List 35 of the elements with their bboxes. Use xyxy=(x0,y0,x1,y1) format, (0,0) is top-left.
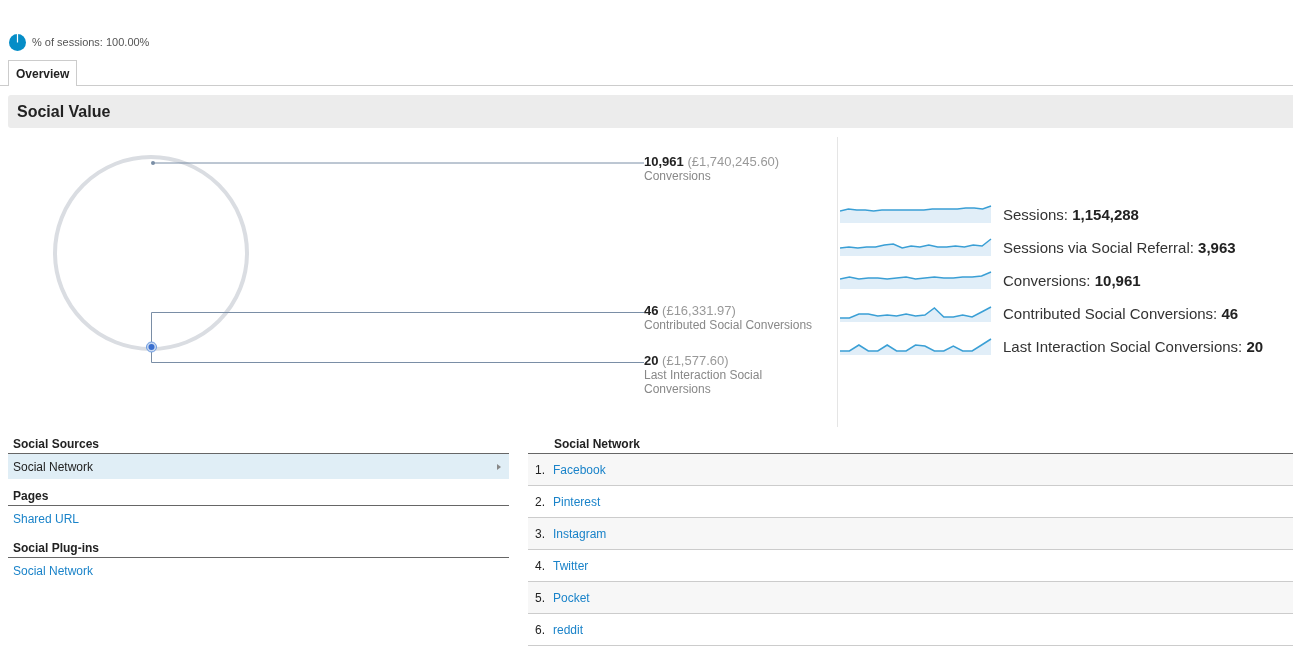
callout-label: Last Interaction Social Conversions xyxy=(644,368,764,396)
row-number: 2. xyxy=(534,494,546,509)
network-link[interactable]: Pocket xyxy=(553,590,590,605)
row-number: 6. xyxy=(534,622,546,637)
metric-label: Sessions: 1,154,288 xyxy=(1003,205,1139,223)
list-link[interactable]: Social Network xyxy=(8,558,509,583)
callout-label: Conversions xyxy=(644,169,712,183)
metric-label: Contributed Social Conversions: 46 xyxy=(1003,304,1239,322)
metric-label: Last Interaction Social Conversions: 20 xyxy=(1003,337,1264,355)
callout-label: Contributed Social Conversions xyxy=(644,318,814,332)
group-heading: Social Plug-ins xyxy=(8,539,509,558)
callout-value: 20 (£1,577.60) xyxy=(644,354,730,368)
network-link[interactable]: Pinterest xyxy=(553,494,601,509)
marker-dot xyxy=(151,161,155,165)
segment-label: % of sessions: 100.00% xyxy=(32,36,150,48)
section-title: Social Value xyxy=(8,95,1293,128)
row-number: 4. xyxy=(534,558,546,573)
row-number: 1. xyxy=(534,462,546,477)
network-link[interactable]: reddit xyxy=(553,622,584,637)
list-link[interactable]: Shared URL xyxy=(8,506,509,531)
callout-value: 46 (£16,331.97) xyxy=(644,304,737,318)
metric-label: Sessions via Social Referral: 3,963 xyxy=(1003,238,1236,256)
pie-chart-icon xyxy=(9,33,26,51)
group-heading: Pages xyxy=(8,487,509,506)
network-link[interactable]: Instagram xyxy=(553,526,607,541)
row-number: 5. xyxy=(534,590,546,605)
caret-icon xyxy=(497,463,501,470)
network-link[interactable]: Facebook xyxy=(553,462,606,477)
overview-tab[interactable]: Overview xyxy=(8,60,78,86)
callout-value: 10,961 (£1,740,245.60) xyxy=(644,155,781,169)
metric-label: Conversions: 10,961 xyxy=(1003,271,1141,289)
marker-dot xyxy=(146,341,157,353)
selected-list-item[interactable]: Social Network xyxy=(8,454,509,479)
row-number: 3. xyxy=(534,526,546,541)
network-link[interactable]: Twitter xyxy=(553,558,589,573)
